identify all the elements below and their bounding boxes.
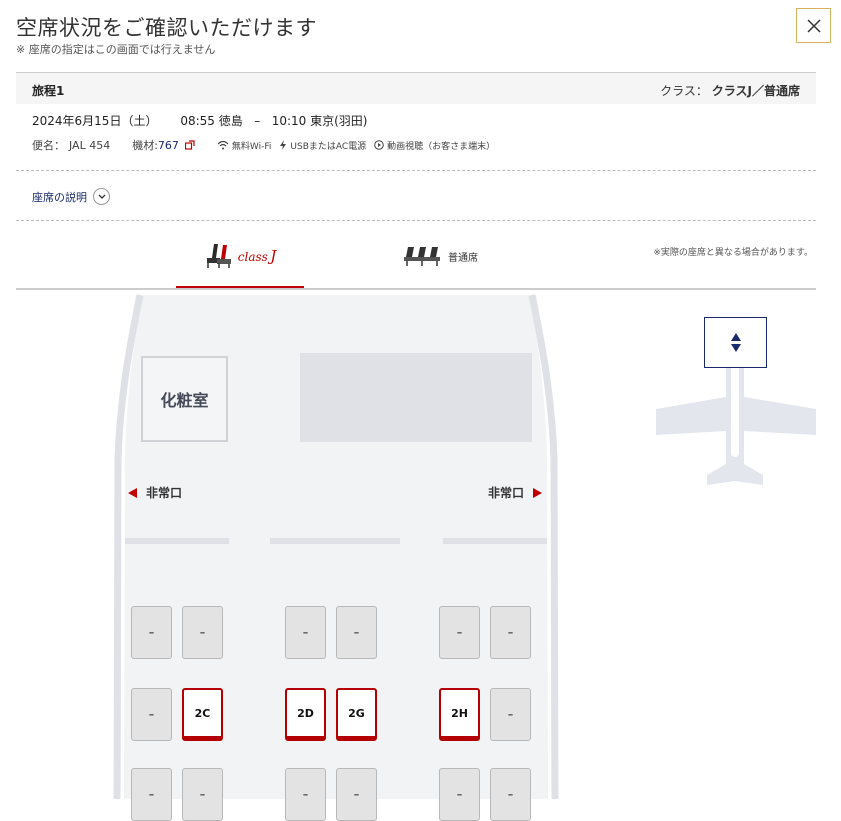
lavatory: 化粧室 <box>141 356 228 442</box>
seat-unavailable: – <box>439 768 480 821</box>
class-prefix: クラス： <box>660 84 708 98</box>
play-icon <box>374 140 384 150</box>
divider-bar-left <box>125 538 229 544</box>
flight-number: JAL 454 <box>69 138 111 152</box>
itinerary-header: 旅程1 クラス： クラスJ／普通席 <box>16 72 816 104</box>
external-link-icon[interactable] <box>184 140 195 150</box>
exit-right: 非常口 <box>488 484 543 501</box>
close-icon <box>806 18 821 33</box>
power-icon <box>280 140 287 150</box>
route-separator: – <box>254 114 261 128</box>
seat-class-j-icon <box>206 244 231 268</box>
class-value: クラスJ／普通席 <box>711 84 800 98</box>
exit-arrow-right-icon <box>533 487 543 498</box>
aircraft-link[interactable]: 767 <box>158 139 179 152</box>
divider-bar-right <box>443 538 547 544</box>
tab-economy[interactable]: 普通席 <box>380 226 500 286</box>
divider-bar-center <box>270 538 400 544</box>
seat-unavailable: – <box>285 768 326 821</box>
exit-arrow-left-icon <box>128 487 137 498</box>
seat-unavailable: – <box>336 768 377 821</box>
seat-unavailable: – <box>131 606 172 659</box>
departure-airport: 徳島 <box>218 114 243 128</box>
page-note: ※ 座席の指定はこの画面では行えません <box>16 43 216 56</box>
aircraft-label: 機材: <box>132 139 158 152</box>
tab-class-j[interactable]: class J <box>176 226 304 289</box>
seat-unavailable: – <box>182 606 223 659</box>
flight-meta: 便名： JAL 454 機材: 767 無料Wi-Fi USBまたはAC電源 動… <box>32 137 495 153</box>
tab-class-j-letter: J <box>270 247 277 265</box>
seat-unavailable: – <box>439 606 480 659</box>
page-title: 空席状況をご確認いただけます <box>16 16 317 40</box>
seat-2d[interactable]: 2D <box>285 688 326 741</box>
tab-class-j-text: class <box>237 250 268 264</box>
seat-unavailable: – <box>131 768 172 821</box>
tab-class-j-label: class J <box>238 247 276 265</box>
seat-2c[interactable]: 2C <box>182 688 223 741</box>
seat-unavailable: – <box>336 606 377 659</box>
wifi-icon <box>217 140 229 150</box>
exit-left-label: 非常口 <box>146 486 183 500</box>
flight-info: 2024年6月15日（土） 08:55 徳島 – 10:10 東京(羽田) <box>32 112 367 129</box>
amenity-power: USBまたはAC電源 <box>290 141 367 152</box>
seat-description-label: 座席の説明 <box>32 190 87 204</box>
seat-unavailable: – <box>285 606 326 659</box>
amenity-wifi: 無料Wi-Fi <box>231 141 272 152</box>
arrival-airport: 東京(羽田) <box>310 114 368 128</box>
seat-unavailable: – <box>490 768 531 821</box>
galley-block <box>300 353 532 442</box>
map-scroll-control[interactable] <box>704 317 767 368</box>
disclaimer: ※実際の座席と異なる場合があります。 <box>653 248 813 258</box>
class-info: クラス： クラスJ／普通席 <box>660 82 800 99</box>
arrival-time: 10:10 <box>271 114 307 128</box>
chevron-down-icon <box>93 188 110 205</box>
exit-right-label: 非常口 <box>488 486 525 500</box>
seat-unavailable: – <box>490 606 531 659</box>
flight-number-label: 便名： <box>32 139 65 152</box>
seat-unavailable: – <box>131 688 172 741</box>
seat-2g[interactable]: 2G <box>336 688 377 741</box>
flight-date: 2024年6月15日（土） <box>32 114 158 128</box>
tab-economy-label: 普通席 <box>448 252 478 264</box>
divider <box>16 170 816 171</box>
seat-description-toggle[interactable]: 座席の説明 <box>32 188 110 205</box>
exit-left: 非常口 <box>128 484 182 501</box>
seat-2h[interactable]: 2H <box>439 688 480 741</box>
itinerary-label: 旅程1 <box>32 84 65 98</box>
amenity-video: 動画視聴（お客さま端末） <box>387 141 496 152</box>
seat-economy-icon <box>404 247 440 266</box>
close-button[interactable] <box>796 8 831 43</box>
triangle-down-icon <box>730 344 741 352</box>
triangle-up-icon <box>730 333 741 341</box>
divider <box>16 220 816 221</box>
airplane-window-strip <box>731 357 739 457</box>
seat-unavailable: – <box>490 688 531 741</box>
departure-time: 08:55 <box>180 114 215 128</box>
seat-unavailable: – <box>182 768 223 821</box>
